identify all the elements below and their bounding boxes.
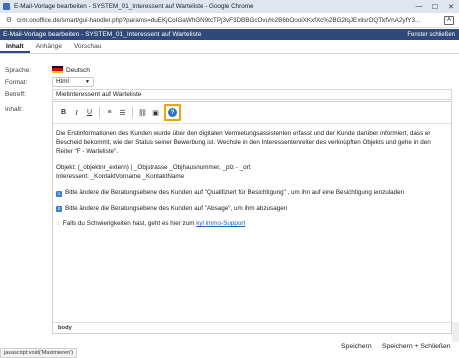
chevron-down-icon: ▼ [85,79,90,85]
content-label: Inhalt: [5,106,23,113]
help-icon: ? [168,108,177,117]
tab-inhalt[interactable]: Inhalt [0,41,30,53]
save-button[interactable]: Speichern [341,343,372,350]
keycap-2-icon: 2 [56,206,62,213]
window-controls: — ☐ ✕ [411,0,459,13]
toolbar-divider [99,107,100,118]
format-select-value: Html [56,78,69,85]
language-value: Deutsch [66,67,90,74]
toolbar-divider [132,107,133,118]
app-favicon-icon [3,3,10,10]
format-label: Format: [5,79,28,86]
german-flag-icon [52,66,63,73]
unordered-list-icon[interactable]: ☰ [116,106,129,119]
bold-button[interactable]: B [57,106,70,119]
underline-button[interactable]: U [83,106,96,119]
tab-vorschau[interactable]: Vorschau [68,41,108,53]
editor-toolbar: B I U ≡ ☰ ⛓ ▣ ? [53,102,451,124]
rich-text-editor: B I U ≡ ☰ ⛓ ▣ ? Die Erstinformationen de… [52,101,452,334]
subject-label: Betreff: [5,91,26,98]
support-link[interactable]: kyl immo-Support [196,220,245,227]
maximize-icon[interactable]: ☐ [427,0,443,13]
editor-path-status: body [53,322,451,333]
window-titlebar: E-Mail-Vorlage bearbeiten - SYSTEM_01_In… [0,0,459,13]
step1-text: Bitte ändere die Beratungsebene des Kund… [65,189,405,197]
translate-icon[interactable]: A [444,15,454,25]
dialog-header: E-Mail-Vorlage bearbeiten - SYSTEM_01_In… [0,29,459,40]
editor-content[interactable]: Die Erstinformationen des Kunden wurde ü… [53,124,451,229]
step2-text: Bitte ändere die Beratungsebene des Kund… [65,204,288,212]
window-title: E-Mail-Vorlage bearbeiten - SYSTEM_01_In… [14,3,254,10]
ordered-list-icon[interactable]: ≡ [103,106,116,119]
url-field[interactable]: crm.onoffice.de/smart/gui-handler.php?pa… [17,17,444,24]
keycap-1-icon: 1 [56,190,62,197]
close-window-link[interactable]: Fenster schließen [407,32,455,38]
hint-text: Falls du Schwierigkeiten hast, geht es h… [62,220,195,228]
minimize-icon[interactable]: — [411,0,427,13]
tab-bar: Inhalt Anhänge Vorschau [0,41,459,54]
browser-status-bubble: javascript:void('Maximieren') [0,348,78,358]
close-icon[interactable]: ✕ [443,0,459,13]
objekt-line: Objekt: (_objektnr_extern) | _Objstrasse… [56,164,251,172]
pointing-hand-icon: ☝ [56,220,60,228]
italic-button[interactable]: I [70,106,83,119]
format-select[interactable]: Html ▼ [52,77,94,87]
address-bar: ⚙ crm.onoffice.de/smart/gui-handler.php?… [0,13,459,28]
language-label: Sprache: [5,67,32,74]
site-settings-icon[interactable]: ⚙ [5,16,13,24]
image-icon[interactable]: ▣ [149,106,162,119]
dialog-title: E-Mail-Vorlage bearbeiten - SYSTEM_01_In… [3,31,202,38]
save-close-button[interactable]: Speichern + Schließen [382,343,451,350]
subject-input[interactable]: Mietinteressent auf Warteliste [52,89,452,100]
interessent-line: Interessent: _KontaktVorname _KontaktNam… [56,173,185,181]
help-button[interactable]: ? [164,104,181,121]
tab-anhaenge[interactable]: Anhänge [30,41,68,53]
intro-paragraph: Die Erstinformationen des Kunden wurde ü… [56,130,431,156]
link-icon[interactable]: ⛓ [136,106,149,119]
